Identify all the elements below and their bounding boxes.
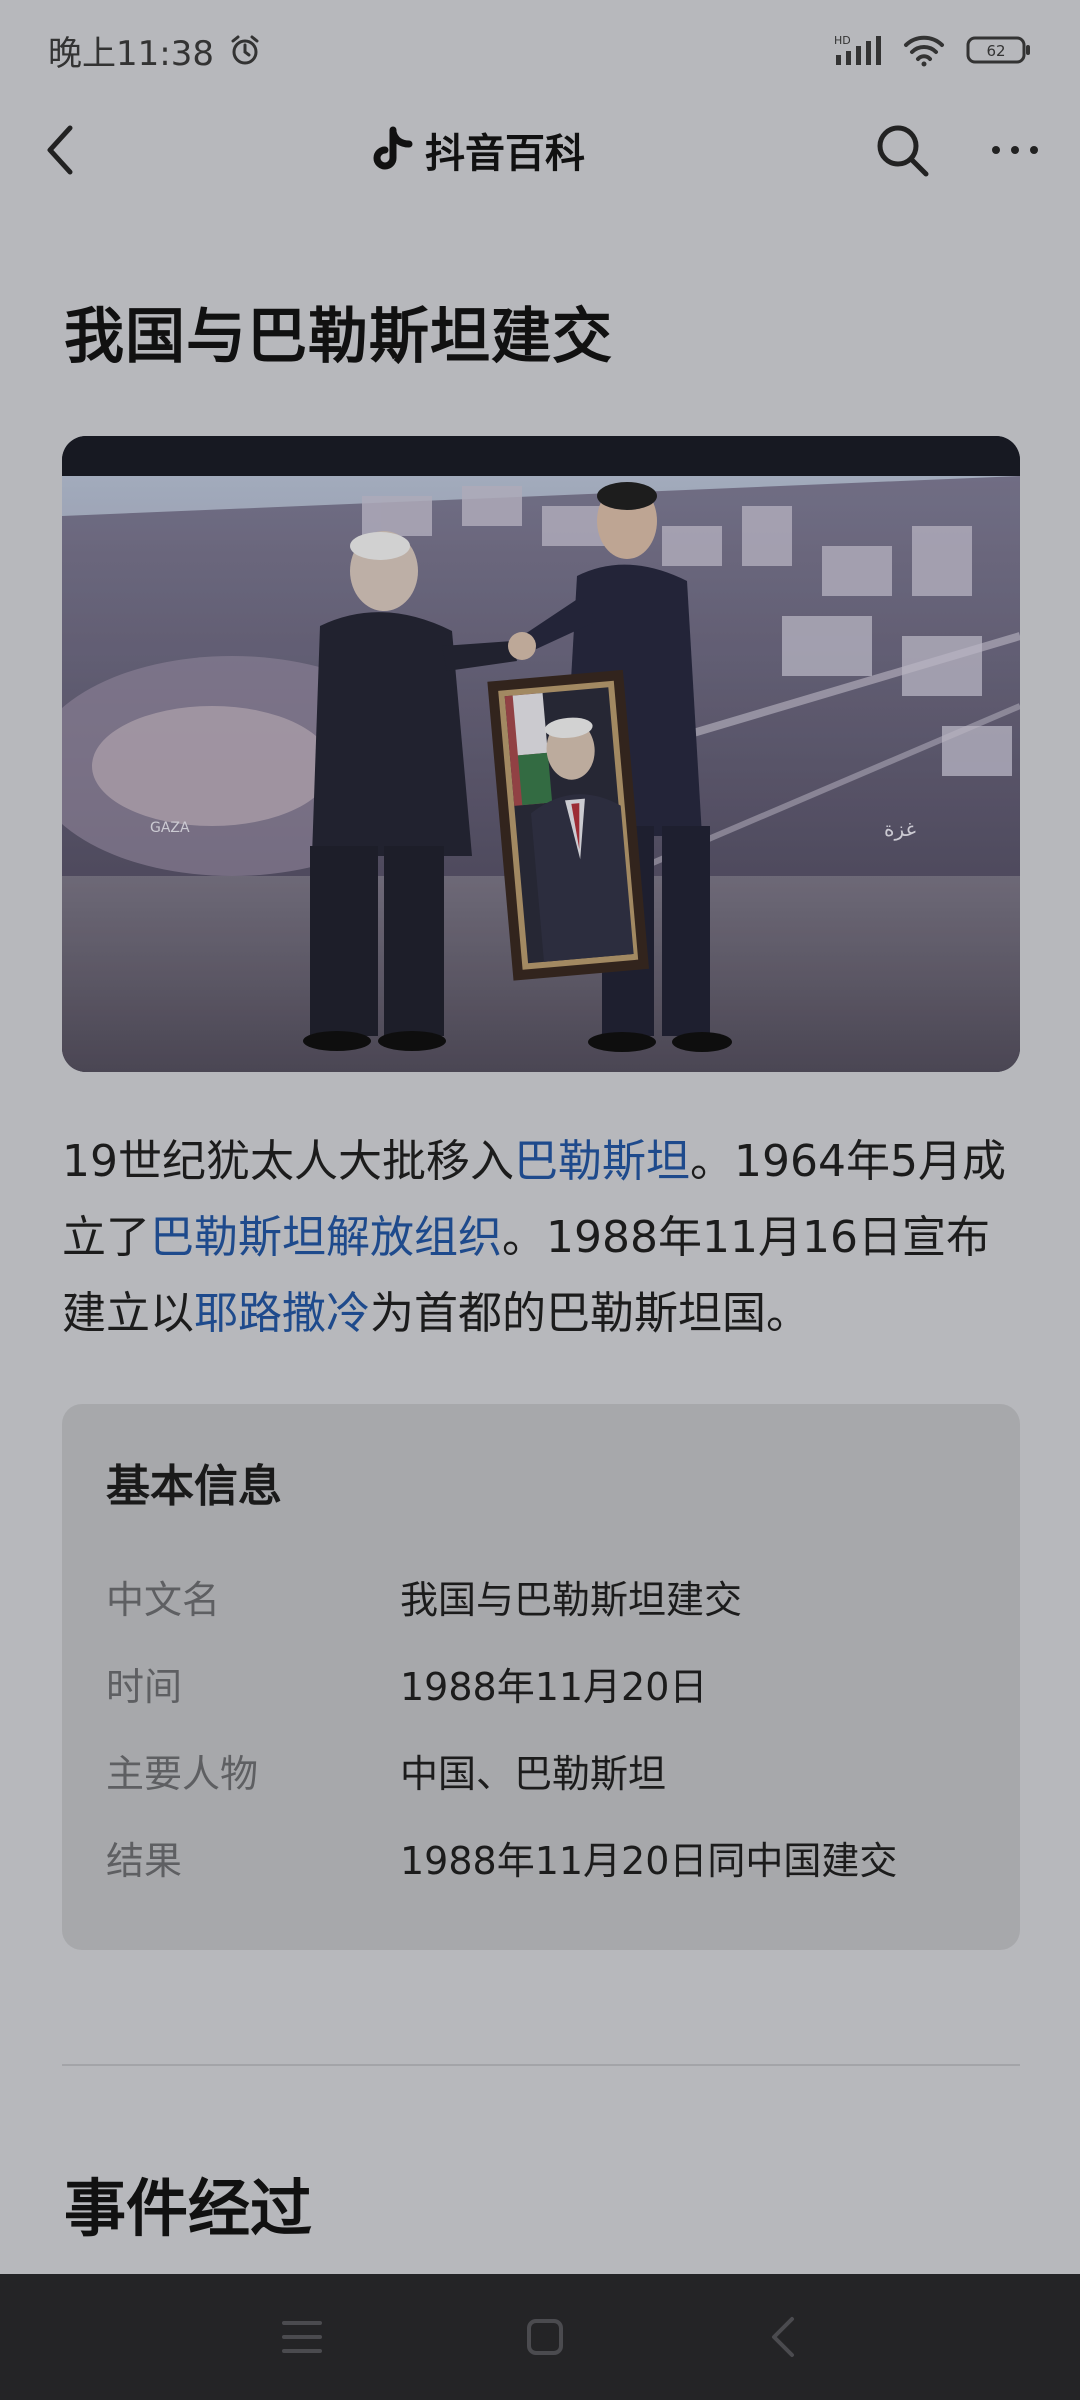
alarm-icon <box>228 33 262 67</box>
section-divider <box>62 2064 1020 2066</box>
info-row-result: 结果 1988年11月20日同中国建交 <box>106 1827 976 1887</box>
header-actions <box>874 122 1040 178</box>
menu-icon[interactable] <box>281 2319 322 2355</box>
status-right: HD 62 <box>834 33 1032 67</box>
info-row-chinese-name: 中文名 我国与巴勒斯坦建交 <box>106 1566 976 1626</box>
basic-info-title: 基本信息 <box>106 1461 282 1512</box>
info-label: 中文名 <box>106 1577 221 1622</box>
system-nav-bar <box>0 2274 1080 2400</box>
article-summary: 19世纪犹太人大批移入巴勒斯坦。1964年5月成立了巴勒斯坦解放组织。1988年… <box>62 1124 1022 1352</box>
wifi-icon <box>902 33 946 67</box>
info-label: 主要人物 <box>106 1751 259 1796</box>
link-jerusalem[interactable]: 耶路撒冷 <box>194 1288 370 1339</box>
section-title-event: 事件经过 <box>64 2172 313 2245</box>
battery-level: 62 <box>986 42 1005 60</box>
hero-image[interactable]: GAZA غزة <box>62 436 1020 1072</box>
more-icon[interactable] <box>990 140 1040 160</box>
page-title: 我国与巴勒斯坦建交 <box>64 302 613 372</box>
hero-image-illustration: GAZA غزة <box>62 436 1020 1072</box>
douyin-logo-icon <box>369 126 413 174</box>
search-icon[interactable] <box>874 122 930 178</box>
info-label: 时间 <box>106 1664 183 1709</box>
info-row-time: 时间 1988年11月20日 <box>106 1653 976 1713</box>
nav-back-icon[interactable] <box>768 2315 798 2359</box>
summary-text-1: 19世纪犹太人大批移入 <box>62 1136 514 1187</box>
network-label: HD <box>834 34 851 47</box>
basic-info-box: 基本信息 中文名 我国与巴勒斯坦建交 时间 1988年11月20日 主要人物 中… <box>62 1404 1020 1950</box>
app-title: 抖音百科 <box>369 121 585 179</box>
top-nav: 抖音百科 <box>0 100 1080 200</box>
link-palestine[interactable]: 巴勒斯坦 <box>514 1136 690 1187</box>
back-arrow-icon[interactable] <box>40 120 80 180</box>
status-left: 晚上11:38 <box>48 26 262 75</box>
status-bar: 晚上11:38 HD 62 <box>0 0 1080 100</box>
signal-icon: HD <box>834 33 882 67</box>
info-value: 中国、巴勒斯坦 <box>400 1751 667 1796</box>
summary-text-4: 为首都的巴勒斯坦国。 <box>370 1288 810 1339</box>
app-title-text: 抖音百科 <box>425 131 585 177</box>
link-plo[interactable]: 巴勒斯坦解放组织 <box>150 1212 502 1263</box>
info-value: 1988年11月20日 <box>400 1664 708 1709</box>
info-label: 结果 <box>106 1838 183 1883</box>
info-row-key-figures: 主要人物 中国、巴勒斯坦 <box>106 1740 976 1800</box>
status-time: 晚上11:38 <box>48 33 214 74</box>
info-value: 我国与巴勒斯坦建交 <box>400 1577 743 1622</box>
home-icon[interactable] <box>525 2317 565 2357</box>
info-value: 1988年11月20日同中国建交 <box>400 1838 898 1883</box>
battery-icon: 62 <box>966 35 1032 65</box>
